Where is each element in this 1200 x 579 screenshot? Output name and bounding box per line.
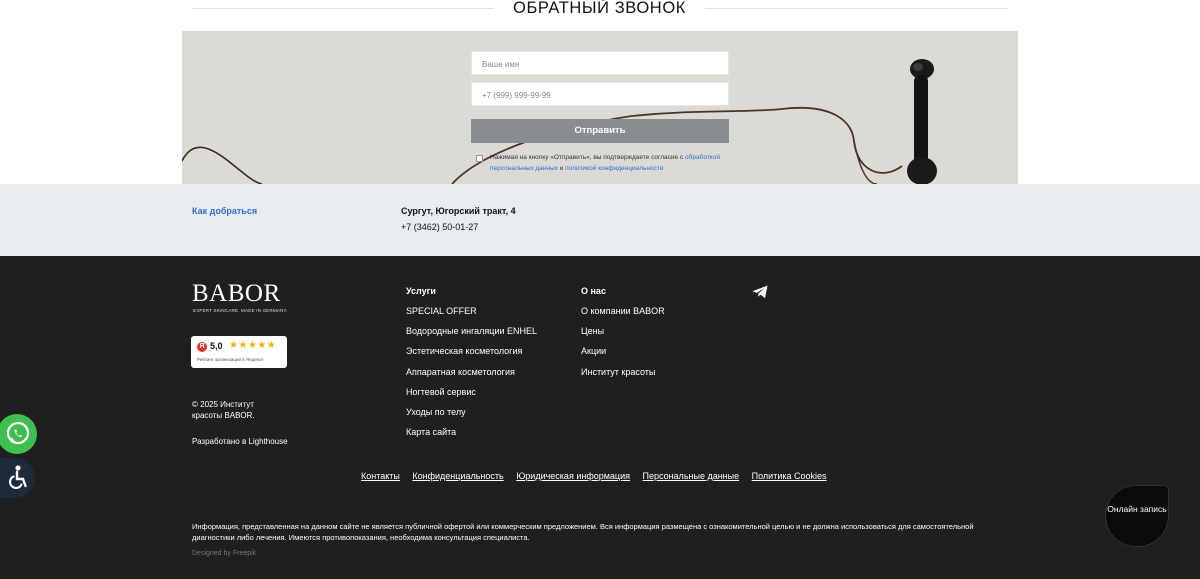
services-column: Услуги SPECIAL OFFER Водородные ингаляци… bbox=[406, 286, 537, 447]
location-section: Как добраться Сургут, Югорский тракт, 4 … bbox=[0, 184, 1200, 256]
about-link[interactable]: Цены bbox=[581, 326, 665, 346]
sitemap-link[interactable]: Карта сайта bbox=[406, 427, 537, 447]
about-link[interactable]: Акции bbox=[581, 346, 665, 366]
services-link[interactable]: Уходы по телу bbox=[406, 407, 537, 427]
developer-credit[interactable]: Разработано в Lighthouse bbox=[192, 437, 288, 446]
callback-title-row: ОБРАТНЫЙ ЗВОНОК bbox=[0, 0, 1200, 31]
footer: BABOR EXPERT SKINCARE. MADE IN GERMANY. … bbox=[0, 256, 1200, 579]
online-booking-button[interactable]: Онлайн запись bbox=[1106, 486, 1168, 546]
services-link[interactable]: Аппаратная косметология bbox=[406, 367, 537, 387]
whatsapp-button[interactable] bbox=[0, 414, 37, 454]
submit-button[interactable]: Отправить bbox=[471, 119, 729, 143]
about-column: О нас О компании BABOR Цены Акции Инстит… bbox=[581, 286, 665, 387]
about-heading: О нас bbox=[581, 286, 606, 296]
copyright: © 2025 Институт красоты BABOR. bbox=[192, 400, 255, 420]
whatsapp-icon bbox=[6, 421, 30, 445]
personal-data-footer-link[interactable]: Персональные данные bbox=[643, 471, 740, 481]
yandex-rating-widget[interactable]: Я 5,0 ★★★★★ Рейтинг организации в Яндекс… bbox=[191, 336, 287, 368]
address: Сургут, Югорский тракт, 4 bbox=[401, 206, 516, 216]
callback-section: Ваше имя +7 (999) 999-99-99 Отправить На… bbox=[182, 31, 1018, 184]
title-divider-right bbox=[705, 8, 1008, 9]
name-input[interactable]: Ваше имя bbox=[471, 51, 729, 75]
logo-tagline: EXPERT SKINCARE. MADE IN GERMANY. bbox=[193, 308, 288, 313]
babor-logo[interactable]: BABOR bbox=[192, 280, 281, 308]
rating-score: 5,0 bbox=[210, 341, 223, 351]
designed-by: Designed by Freepik bbox=[192, 550, 257, 557]
telephone-handset bbox=[907, 59, 937, 184]
callback-title: ОБРАТНЫЙ ЗВОНОК bbox=[513, 0, 686, 17]
services-link[interactable]: Ногтевой сервис bbox=[406, 387, 537, 407]
consent-block: Нажимая на кнопку «Отправить», вы подтве… bbox=[476, 152, 729, 174]
telegram-icon[interactable] bbox=[752, 285, 768, 299]
consent-text: Нажимая на кнопку «Отправить», вы подтве… bbox=[490, 154, 686, 161]
rating-stars-icon: ★★★★★ bbox=[229, 340, 277, 351]
consent-checkbox[interactable] bbox=[476, 155, 483, 162]
legal-info-link[interactable]: Юридическая информация bbox=[516, 471, 630, 481]
about-link[interactable]: Институт красоты bbox=[581, 367, 665, 387]
confidentiality-link[interactable]: Конфиденциальность bbox=[412, 471, 503, 481]
phone-input[interactable]: +7 (999) 999-99-99 bbox=[471, 82, 729, 106]
services-heading: Услуги bbox=[406, 286, 436, 296]
about-link[interactable]: О компании BABOR bbox=[581, 306, 665, 326]
disclaimer: Информация, представленная на данном сай… bbox=[192, 522, 974, 542]
rating-label: Рейтинг организации в Яндексе bbox=[197, 357, 264, 362]
yandex-icon: Я bbox=[197, 342, 207, 352]
services-link[interactable]: SPECIAL OFFER bbox=[406, 306, 537, 326]
contact-phone[interactable]: +7 (3462) 50-01-27 bbox=[401, 222, 478, 232]
contacts-link[interactable]: Контакты bbox=[361, 471, 400, 481]
how-to-get-link[interactable]: Как добраться bbox=[192, 206, 257, 216]
accessibility-icon bbox=[9, 465, 27, 489]
services-link[interactable]: Водородные ингаляции ENHEL bbox=[406, 326, 537, 346]
cookies-policy-link[interactable]: Политика Cookies bbox=[752, 471, 827, 481]
accessibility-button[interactable] bbox=[0, 458, 35, 498]
legal-links: Контакты Конфиденциальность Юридическая … bbox=[361, 471, 837, 481]
services-link[interactable]: Эстетическая косметология bbox=[406, 346, 537, 366]
privacy-policy-link[interactable]: политикой конфиденциальности bbox=[565, 165, 663, 172]
title-divider-left bbox=[192, 8, 494, 9]
